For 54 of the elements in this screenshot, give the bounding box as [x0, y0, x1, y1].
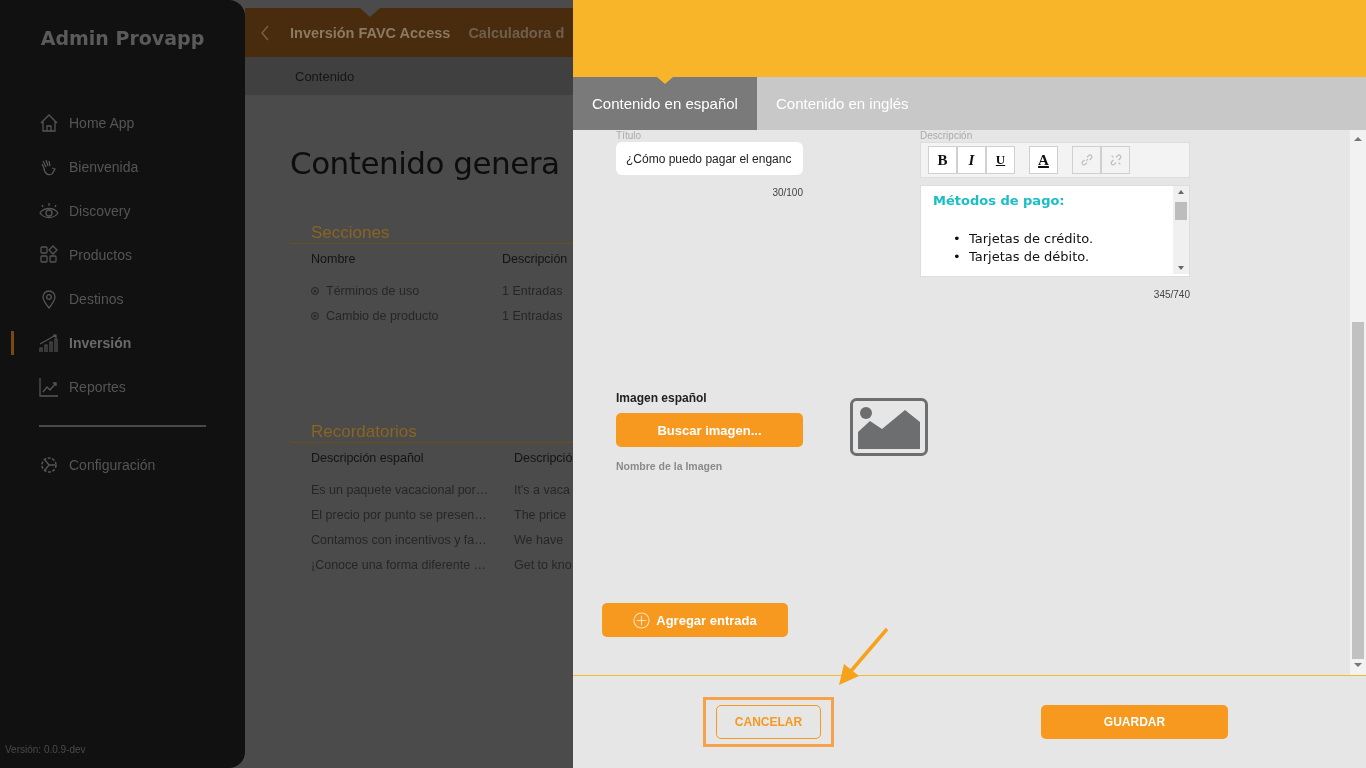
hand-icon: [39, 157, 59, 177]
bar-chart-icon: [39, 333, 59, 353]
eye-icon: [39, 201, 59, 221]
text-color-button[interactable]: A: [1029, 146, 1058, 174]
grid-icon: [39, 245, 59, 265]
rich-text-editor[interactable]: Métodos de pago: • Tarjetas de crédito. • Tarjetas de débito.: [920, 185, 1190, 277]
nav-item[interactable]: Productos: [0, 243, 245, 267]
section-title: Secciones: [290, 223, 573, 244]
scrollbar[interactable]: [1350, 130, 1366, 675]
image-placeholder-icon: [850, 398, 928, 456]
field-label: Imagen español: [616, 391, 708, 405]
cancel-button[interactable]: CANCELAR: [716, 705, 821, 739]
nav-item[interactable]: Configuración: [0, 453, 245, 477]
location-pin-icon: [39, 289, 59, 309]
plus-icon: [633, 611, 651, 629]
link-icon: [1079, 153, 1094, 167]
nav-item[interactable]: Reportes: [0, 375, 245, 399]
character-counter: 30/100: [771, 187, 803, 198]
bullet: •: [953, 230, 962, 248]
trend-chart-icon: [39, 377, 59, 397]
nav-item[interactable]: Inversión: [0, 331, 245, 355]
unlink-icon: [1108, 153, 1123, 167]
scrollbar[interactable]: [1173, 186, 1189, 274]
field-label: Descripción: [920, 130, 974, 142]
image-name-field[interactable]: Nombre de la Imagen: [616, 460, 803, 472]
column-header: Nombre: [311, 252, 357, 266]
list-item: Tarjetas de crédito.: [969, 231, 1094, 246]
character-counter: 345/740: [1152, 289, 1190, 300]
radio-button[interactable]: [311, 311, 319, 320]
list-item: Tarjetas de débito.: [969, 249, 1090, 264]
tab[interactable]: Contenido en español: [573, 77, 757, 130]
underline-button[interactable]: U: [986, 146, 1015, 174]
nav-item[interactable]: Destinos: [0, 287, 245, 311]
add-entry-button[interactable]: Agregar entrada: [602, 603, 788, 637]
bold-button[interactable]: B: [928, 146, 957, 174]
nav-item[interactable]: Bienvenida: [0, 155, 245, 179]
section-title: Recordatorios: [290, 422, 573, 443]
nav-item[interactable]: Home App: [0, 111, 245, 135]
title-field[interactable]: ¿Cómo puedo pagar el enganc: [616, 142, 803, 175]
save-button[interactable]: GUARDAR: [1041, 705, 1228, 739]
nav-item[interactable]: Discovery: [0, 199, 245, 223]
annotation-arrow: [837, 627, 889, 687]
field-label: Título: [616, 130, 642, 142]
bullet: •: [953, 248, 962, 266]
home-icon: [39, 113, 59, 133]
app-title: Admin Provapp: [39, 27, 206, 49]
radio-button[interactable]: [311, 286, 319, 295]
top-tab[interactable]: Inversión FAVC Access: [290, 8, 451, 57]
settings-icon: [39, 455, 59, 475]
editor-heading: Métodos de pago:: [933, 193, 1066, 208]
italic-button[interactable]: I: [957, 146, 986, 174]
top-tab[interactable]: Calculadora d: [468, 8, 565, 57]
page-heading: Contenido genera: [290, 145, 561, 181]
browse-image-button[interactable]: Buscar imagen...: [616, 413, 803, 447]
